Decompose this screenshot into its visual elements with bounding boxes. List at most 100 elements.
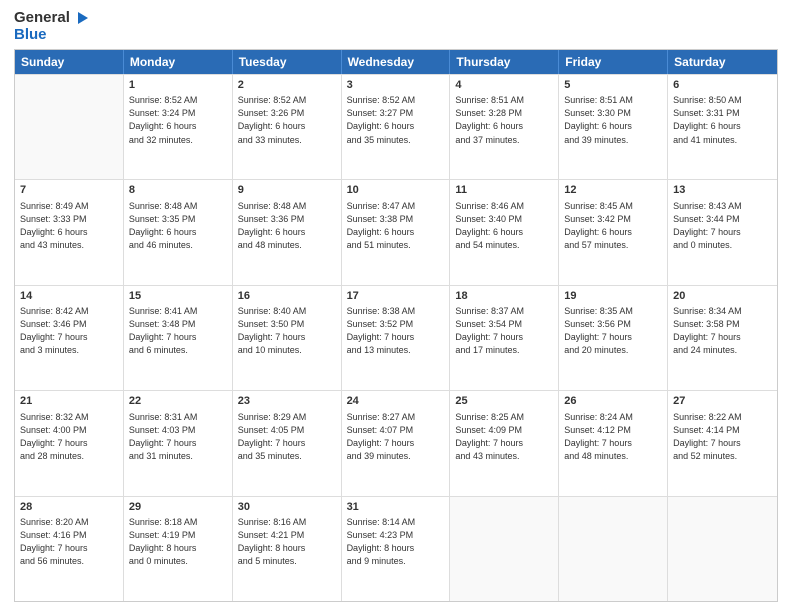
cell-details: Sunrise: 8:47 AMSunset: 3:38 PMDaylight:… (347, 200, 445, 252)
calendar-header: SundayMondayTuesdayWednesdayThursdayFrid… (15, 50, 777, 74)
cell-details: Sunrise: 8:35 AMSunset: 3:56 PMDaylight:… (564, 305, 662, 357)
calendar-cell: 20Sunrise: 8:34 AMSunset: 3:58 PMDayligh… (668, 286, 777, 390)
cell-details: Sunrise: 8:25 AMSunset: 4:09 PMDaylight:… (455, 411, 553, 463)
cell-details: Sunrise: 8:18 AMSunset: 4:19 PMDaylight:… (129, 516, 227, 568)
cell-details: Sunrise: 8:37 AMSunset: 3:54 PMDaylight:… (455, 305, 553, 357)
calendar-cell: 16Sunrise: 8:40 AMSunset: 3:50 PMDayligh… (233, 286, 342, 390)
calendar-cell: 4Sunrise: 8:51 AMSunset: 3:28 PMDaylight… (450, 75, 559, 179)
calendar-cell: 15Sunrise: 8:41 AMSunset: 3:48 PMDayligh… (124, 286, 233, 390)
day-number: 15 (129, 289, 227, 304)
calendar-week-5: 28Sunrise: 8:20 AMSunset: 4:16 PMDayligh… (15, 496, 777, 601)
calendar-cell (15, 75, 124, 179)
calendar-cell: 28Sunrise: 8:20 AMSunset: 4:16 PMDayligh… (15, 497, 124, 601)
calendar-cell (450, 497, 559, 601)
cell-details: Sunrise: 8:51 AMSunset: 3:30 PMDaylight:… (564, 94, 662, 146)
logo-arrow-icon (74, 10, 90, 26)
calendar-cell: 29Sunrise: 8:18 AMSunset: 4:19 PMDayligh… (124, 497, 233, 601)
logo-general: General (14, 10, 90, 27)
day-number: 20 (673, 289, 772, 304)
day-number: 10 (347, 183, 445, 198)
day-number: 1 (129, 78, 227, 93)
calendar-cell: 23 Sunrise: 8:29 AMSunset: 4:05 PMDayligh… (233, 391, 342, 495)
cell-details: Sunrise: 8:41 AMSunset: 3:48 PMDaylight:… (129, 305, 227, 357)
calendar-cell: 30Sunrise: 8:16 AMSunset: 4:21 PMDayligh… (233, 497, 342, 601)
cell-details: Sunrise: 8:34 AMSunset: 3:58 PMDaylight:… (673, 305, 772, 357)
day-header-friday: Friday (559, 50, 668, 74)
calendar-cell: 7 Sunrise: 8:49 AMSunset: 3:33 PMDaylight… (15, 180, 124, 284)
logo-blue: Blue (14, 27, 90, 44)
page: General Blue SundayMondayTuesdayWednesda… (0, 0, 792, 612)
calendar-cell: 31Sunrise: 8:14 AMSunset: 4:23 PMDayligh… (342, 497, 451, 601)
logo: General Blue (14, 10, 90, 43)
cell-details: Sunrise: 8:52 AMSunset: 3:27 PMDaylight:… (347, 94, 445, 146)
cell-details: Sunrise: 8:32 AMSunset: 4:00 PMDaylight:… (20, 411, 118, 463)
day-number: 12 (564, 183, 662, 198)
cell-details: Sunrise: 8:16 AMSunset: 4:21 PMDaylight:… (238, 516, 336, 568)
cell-details: Sunrise: 8:20 AMSunset: 4:16 PMDaylight:… (20, 516, 118, 568)
day-number: 25 (455, 394, 553, 409)
calendar-cell: 19Sunrise: 8:35 AMSunset: 3:56 PMDayligh… (559, 286, 668, 390)
day-number: 5 (564, 78, 662, 93)
day-number: 30 (238, 500, 336, 515)
logo-text: General Blue (14, 10, 90, 43)
day-number: 21 (20, 394, 118, 409)
cell-details: Sunrise: 8:29 AMSunset: 4:05 PMDaylight:… (238, 411, 336, 463)
day-number: 22 (129, 394, 227, 409)
day-number: 3 (347, 78, 445, 93)
day-number: 19 (564, 289, 662, 304)
day-number: 11 (455, 183, 553, 198)
calendar-cell: 21 Sunrise: 8:32 AMSunset: 4:00 PMDayligh… (15, 391, 124, 495)
day-number: 6 (673, 78, 772, 93)
calendar-cell: 9 Sunrise: 8:48 AMSunset: 3:36 PMDaylight… (233, 180, 342, 284)
day-header-wednesday: Wednesday (342, 50, 451, 74)
calendar-cell: 24 Sunrise: 8:27 AMSunset: 4:07 PMDayligh… (342, 391, 451, 495)
calendar-cell: 17Sunrise: 8:38 AMSunset: 3:52 PMDayligh… (342, 286, 451, 390)
day-number: 18 (455, 289, 553, 304)
cell-details: Sunrise: 8:38 AMSunset: 3:52 PMDaylight:… (347, 305, 445, 357)
calendar-cell: 25 Sunrise: 8:25 AMSunset: 4:09 PMDayligh… (450, 391, 559, 495)
calendar-cell: 18Sunrise: 8:37 AMSunset: 3:54 PMDayligh… (450, 286, 559, 390)
day-number: 7 (20, 183, 118, 198)
calendar-cell: 27 Sunrise: 8:22 AMSunset: 4:14 PMDayligh… (668, 391, 777, 495)
day-header-thursday: Thursday (450, 50, 559, 74)
cell-details: Sunrise: 8:27 AMSunset: 4:07 PMDaylight:… (347, 411, 445, 463)
cell-details: Sunrise: 8:31 AMSunset: 4:03 PMDaylight:… (129, 411, 227, 463)
calendar-cell: 8Sunrise: 8:48 AMSunset: 3:35 PMDaylight… (124, 180, 233, 284)
day-number: 2 (238, 78, 336, 93)
calendar-week-1: 1Sunrise: 8:52 AMSunset: 3:24 PMDaylight… (15, 74, 777, 179)
day-number: 24 (347, 394, 445, 409)
day-number: 14 (20, 289, 118, 304)
calendar-cell (559, 497, 668, 601)
calendar-cell: 10 Sunrise: 8:47 AMSunset: 3:38 PMDayligh… (342, 180, 451, 284)
calendar-cell: 5Sunrise: 8:51 AMSunset: 3:30 PMDaylight… (559, 75, 668, 179)
day-number: 29 (129, 500, 227, 515)
cell-details: Sunrise: 8:22 AMSunset: 4:14 PMDaylight:… (673, 411, 772, 463)
cell-details: Sunrise: 8:42 AMSunset: 3:46 PMDaylight:… (20, 305, 118, 357)
cell-details: Sunrise: 8:40 AMSunset: 3:50 PMDaylight:… (238, 305, 336, 357)
cell-details: Sunrise: 8:52 AMSunset: 3:26 PMDaylight:… (238, 94, 336, 146)
cell-details: Sunrise: 8:49 AMSunset: 3:33 PMDaylight:… (20, 200, 118, 252)
day-header-monday: Monday (124, 50, 233, 74)
day-number: 9 (238, 183, 336, 198)
day-number: 13 (673, 183, 772, 198)
day-number: 16 (238, 289, 336, 304)
day-header-saturday: Saturday (668, 50, 777, 74)
day-number: 4 (455, 78, 553, 93)
calendar-cell: 2Sunrise: 8:52 AMSunset: 3:26 PMDaylight… (233, 75, 342, 179)
calendar: SundayMondayTuesdayWednesdayThursdayFrid… (14, 49, 778, 602)
calendar-cell: 11 Sunrise: 8:46 AMSunset: 3:40 PMDayligh… (450, 180, 559, 284)
day-number: 26 (564, 394, 662, 409)
cell-details: Sunrise: 8:45 AMSunset: 3:42 PMDaylight:… (564, 200, 662, 252)
cell-details: Sunrise: 8:43 AMSunset: 3:44 PMDaylight:… (673, 200, 772, 252)
cell-details: Sunrise: 8:46 AMSunset: 3:40 PMDaylight:… (455, 200, 553, 252)
calendar-cell: 22 Sunrise: 8:31 AMSunset: 4:03 PMDayligh… (124, 391, 233, 495)
cell-details: Sunrise: 8:48 AMSunset: 3:36 PMDaylight:… (238, 200, 336, 252)
calendar-week-3: 14Sunrise: 8:42 AMSunset: 3:46 PMDayligh… (15, 285, 777, 390)
calendar-cell: 6Sunrise: 8:50 AMSunset: 3:31 PMDaylight… (668, 75, 777, 179)
day-number: 27 (673, 394, 772, 409)
calendar-week-2: 7 Sunrise: 8:49 AMSunset: 3:33 PMDaylight… (15, 179, 777, 284)
cell-details: Sunrise: 8:52 AMSunset: 3:24 PMDaylight:… (129, 94, 227, 146)
calendar-cell: 1Sunrise: 8:52 AMSunset: 3:24 PMDaylight… (124, 75, 233, 179)
header: General Blue (14, 10, 778, 43)
day-number: 23 (238, 394, 336, 409)
